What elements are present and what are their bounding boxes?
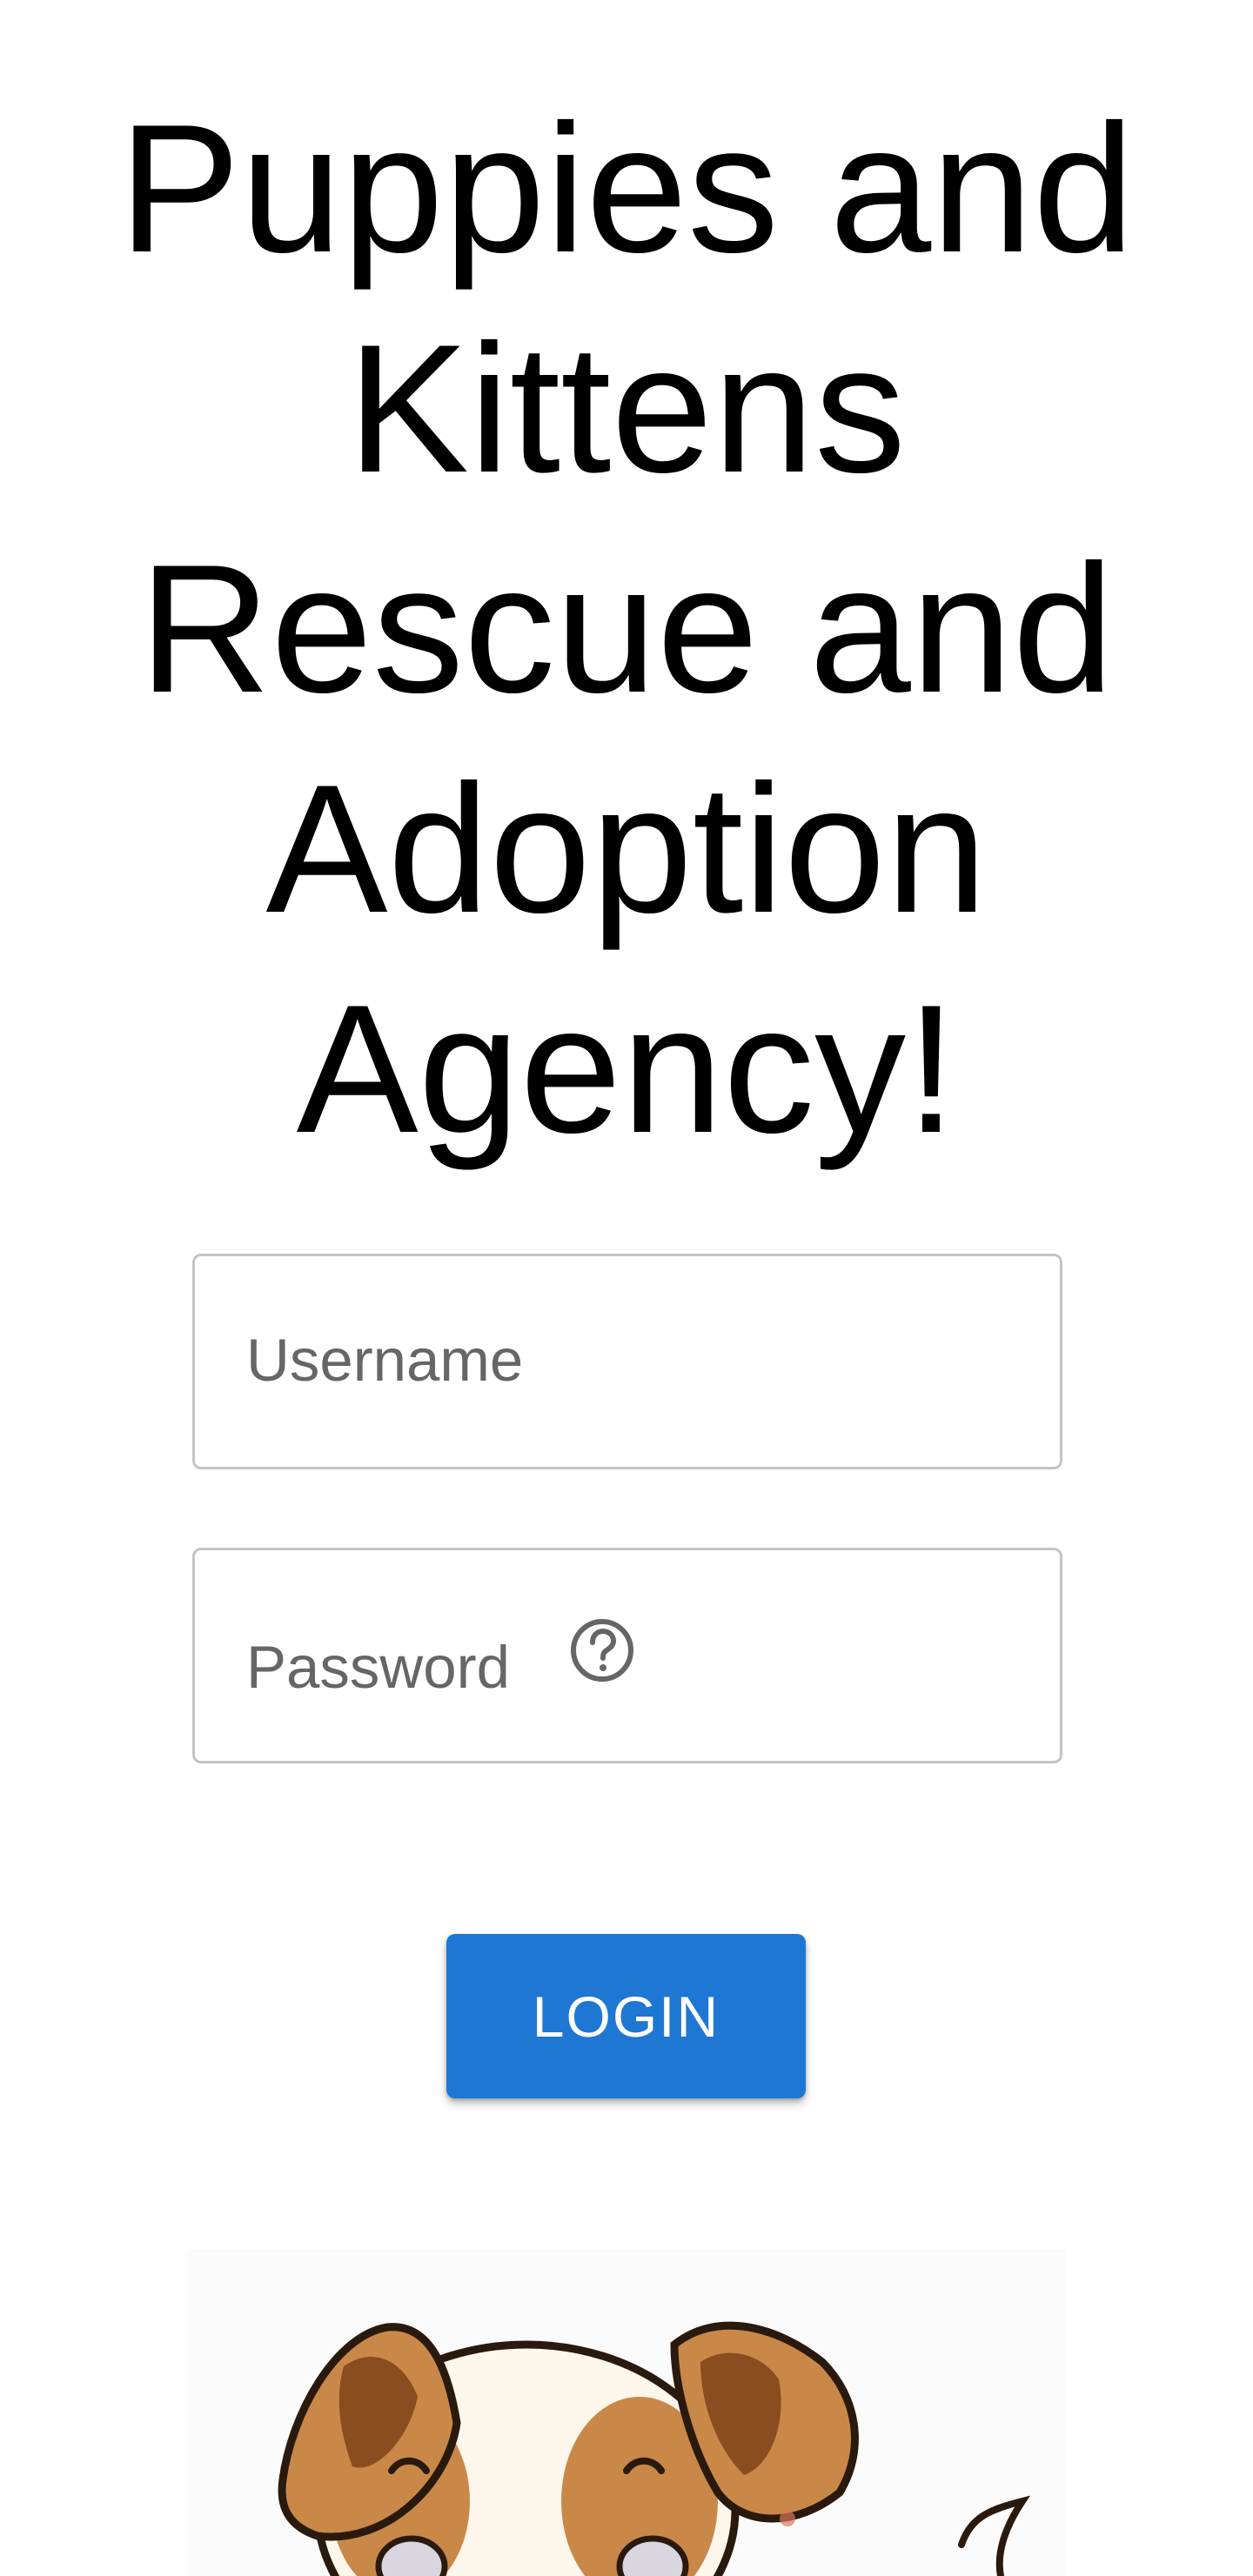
password-placeholder: Password <box>246 1634 510 1701</box>
puppy-illustration <box>187 2249 1066 2576</box>
login-page: Puppies and Kittens Rescue and Adoption … <box>0 0 1253 2576</box>
username-field[interactable]: Username <box>192 1254 1062 1469</box>
page-title: Puppies and Kittens Rescue and Adoption … <box>0 78 1253 1179</box>
username-placeholder: Username <box>246 1327 524 1394</box>
question-circle-icon[interactable] <box>569 1617 635 1683</box>
title-line-5: Agency! <box>296 967 957 1171</box>
title-line-2: Kittens <box>347 306 906 511</box>
login-button[interactable]: LOGIN <box>446 1934 806 2098</box>
title-line-3: Rescue and <box>138 526 1115 731</box>
password-field[interactable]: Password <box>192 1548 1062 1763</box>
title-line-1: Puppies and <box>118 86 1135 291</box>
title-line-4: Adoption <box>265 746 988 951</box>
